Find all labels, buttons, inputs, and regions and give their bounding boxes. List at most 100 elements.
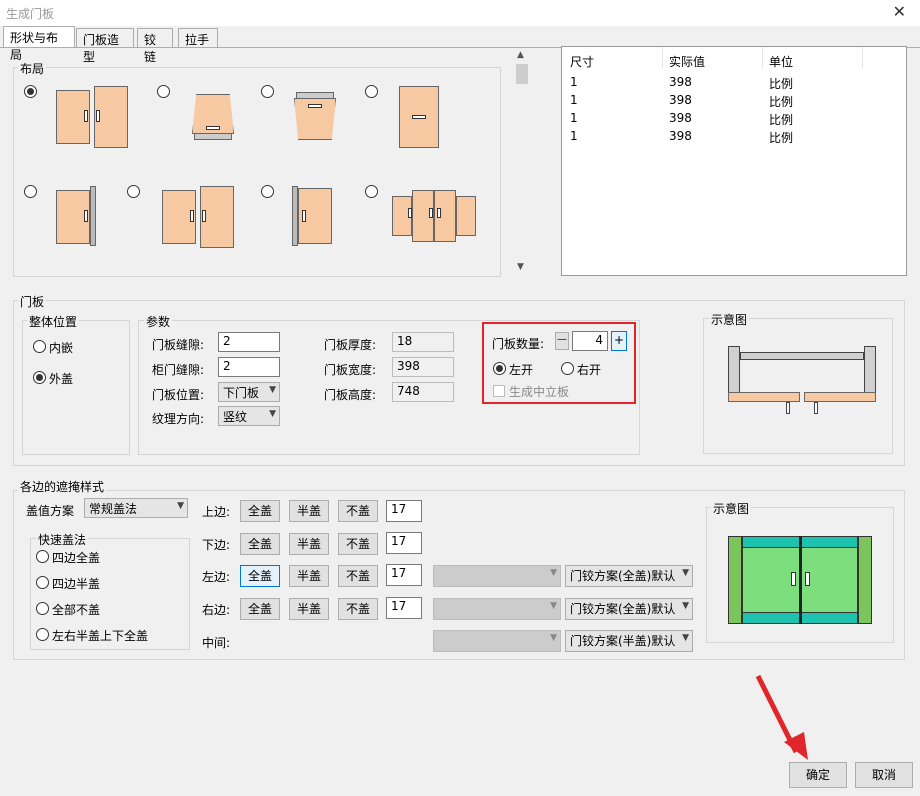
- hinge-sub-select[interactable]: ▼: [433, 565, 561, 587]
- tab-shape-layout[interactable]: 形状与布局: [3, 26, 75, 62]
- full-cover-button[interactable]: 全盖: [240, 500, 280, 522]
- layout-option-2-image[interactable]: [188, 92, 238, 142]
- edge-value-input[interactable]: 17: [386, 564, 422, 586]
- width-label: 门板宽度:: [324, 363, 377, 377]
- hinge-sub-select[interactable]: ▼: [433, 598, 561, 620]
- full-cover-button[interactable]: 全盖: [240, 533, 280, 555]
- door-count-label: 门板数量:: [492, 337, 545, 351]
- thickness-input[interactable]: 18: [392, 332, 454, 352]
- quick-option-radio[interactable]: [36, 550, 49, 563]
- layout-option-3-radio[interactable]: [261, 85, 274, 98]
- table-cell[interactable]: 比例: [769, 111, 793, 128]
- width-input[interactable]: 398: [392, 357, 454, 377]
- tab-handle[interactable]: 拉手: [178, 28, 218, 48]
- no-cover-button[interactable]: 不盖: [338, 500, 378, 522]
- cancel-button[interactable]: 取消: [855, 762, 913, 788]
- quick-option-label[interactable]: 左右半盖上下全盖: [52, 627, 148, 644]
- grain-select[interactable]: 竖纹 ▼: [218, 406, 280, 426]
- layout-option-1-image[interactable]: [56, 86, 128, 148]
- quick-option-radio[interactable]: [36, 628, 49, 641]
- table-cell[interactable]: 398: [669, 75, 692, 89]
- quick-option-radio[interactable]: [36, 576, 49, 589]
- table-cell[interactable]: 1: [570, 75, 578, 89]
- layout-option-7-radio[interactable]: [261, 185, 274, 198]
- open-left-radio[interactable]: [493, 362, 506, 375]
- layout-option-8-radio[interactable]: [365, 185, 378, 198]
- cabinet-gap-input[interactable]: 2: [218, 357, 280, 377]
- hinge-scheme-select[interactable]: 门铰方案(半盖)默认 ▼: [565, 630, 693, 652]
- ok-button[interactable]: 确定: [789, 762, 847, 788]
- half-cover-button[interactable]: 半盖: [289, 533, 329, 555]
- edge-value-input[interactable]: 17: [386, 532, 422, 554]
- table-cell[interactable]: 1: [570, 129, 578, 143]
- edge-value-input[interactable]: 17: [386, 500, 422, 522]
- hinge-scheme-select[interactable]: 门铰方案(全盖)默认 ▼: [565, 598, 693, 620]
- middle-board-checkbox[interactable]: [493, 385, 505, 397]
- table-cell[interactable]: 比例: [769, 75, 793, 92]
- table-cell[interactable]: 1: [570, 111, 578, 125]
- position-outer-label[interactable]: 外盖: [49, 370, 73, 387]
- no-cover-button[interactable]: 不盖: [338, 565, 378, 587]
- quick-option-label[interactable]: 全部不盖: [52, 601, 100, 618]
- position-inner-label[interactable]: 内嵌: [49, 339, 73, 356]
- layout-option-6-radio[interactable]: [127, 185, 140, 198]
- layout-option-4-radio[interactable]: [365, 85, 378, 98]
- layout-option-5-image[interactable]: [56, 186, 100, 246]
- red-arrow-icon: [755, 674, 808, 760]
- full-cover-button[interactable]: 全盖: [240, 598, 280, 620]
- position-outer-radio[interactable]: [33, 371, 46, 384]
- door-position-select[interactable]: 下门板 ▼: [218, 382, 280, 402]
- scroll-up-icon[interactable]: ▲: [517, 50, 524, 60]
- open-left-label[interactable]: 左开: [509, 361, 533, 378]
- layout-option-6-image[interactable]: [162, 186, 234, 248]
- door-count-plus-button[interactable]: +: [611, 331, 627, 351]
- scroll-thumb[interactable]: [516, 64, 528, 84]
- edge-label-left: 左边:: [202, 570, 231, 584]
- open-right-radio[interactable]: [561, 362, 574, 375]
- layout-option-4-image[interactable]: [399, 86, 439, 148]
- table-cell[interactable]: 398: [669, 111, 692, 125]
- layout-option-5-radio[interactable]: [24, 185, 37, 198]
- edge-value-input[interactable]: 17: [386, 597, 422, 619]
- quick-option-label[interactable]: 四边全盖: [52, 549, 100, 566]
- open-right-label[interactable]: 右开: [577, 361, 601, 378]
- window-title: 生成门板: [6, 7, 55, 21]
- layout-option-1-radio[interactable]: [24, 85, 37, 98]
- table-cell[interactable]: 1: [570, 93, 578, 107]
- scroll-down-icon[interactable]: ▼: [517, 262, 524, 272]
- layout-option-2-radio[interactable]: [157, 85, 170, 98]
- full-cover-button[interactable]: 全盖: [240, 565, 280, 587]
- quick-option-radio[interactable]: [36, 602, 49, 615]
- door-count-input[interactable]: 4: [572, 331, 608, 351]
- table-cell[interactable]: 比例: [769, 93, 793, 110]
- no-cover-button[interactable]: 不盖: [338, 533, 378, 555]
- layout-option-3-image[interactable]: [292, 92, 338, 142]
- table-cell[interactable]: 398: [669, 129, 692, 143]
- cover-label: 各边的遮掩样式: [18, 478, 107, 495]
- table-header-actual[interactable]: 实际值: [669, 53, 705, 70]
- no-cover-button[interactable]: 不盖: [338, 598, 378, 620]
- tab-door-style[interactable]: 门板造型: [76, 28, 134, 64]
- table-header-unit[interactable]: 单位: [769, 53, 793, 70]
- quick-option-label[interactable]: 四边半盖: [52, 575, 100, 592]
- half-cover-button[interactable]: 半盖: [289, 500, 329, 522]
- table-cell[interactable]: 比例: [769, 129, 793, 146]
- layout-scrollbar[interactable]: ▲ ▼: [514, 48, 530, 276]
- hinge-sub-select[interactable]: ▼: [433, 630, 561, 652]
- scheme-select[interactable]: 常规盖法 ▼: [84, 498, 188, 518]
- close-icon[interactable]: ✕: [893, 2, 906, 21]
- layout-option-7-image[interactable]: [292, 186, 336, 246]
- layout-option-8-image[interactable]: [392, 188, 476, 244]
- chevron-down-icon: ▼: [550, 568, 557, 578]
- half-cover-button[interactable]: 半盖: [289, 598, 329, 620]
- position-inner-radio[interactable]: [33, 340, 46, 353]
- middle-board-label[interactable]: 生成中立板: [509, 383, 569, 400]
- door-count-minus-button[interactable]: —: [555, 332, 569, 350]
- table-cell[interactable]: 398: [669, 93, 692, 107]
- hinge-scheme-select[interactable]: 门铰方案(全盖)默认 ▼: [565, 565, 693, 587]
- table-header-size[interactable]: 尺寸: [570, 53, 594, 70]
- tab-hinge[interactable]: 铰链: [137, 28, 173, 64]
- height-input[interactable]: 748: [392, 382, 454, 402]
- door-gap-input[interactable]: 2: [218, 332, 280, 352]
- half-cover-button[interactable]: 半盖: [289, 565, 329, 587]
